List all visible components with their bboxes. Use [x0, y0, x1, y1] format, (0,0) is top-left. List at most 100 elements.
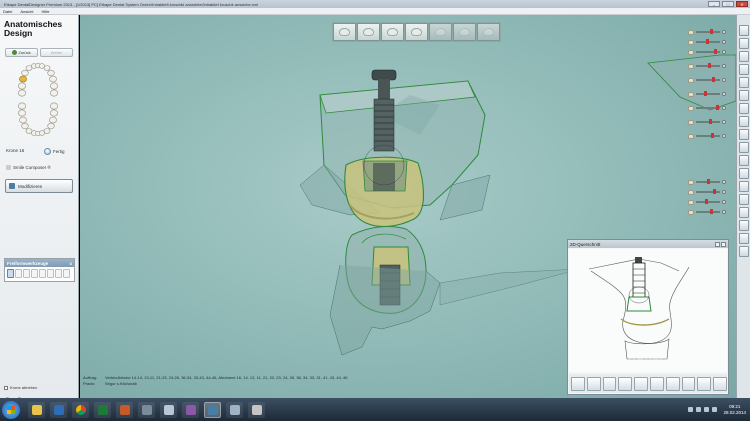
taskbar-app-3[interactable]	[182, 401, 199, 418]
section-tool-5-icon[interactable]	[634, 376, 648, 391]
clock[interactable]: 09:21 28.02.2014	[723, 404, 746, 416]
wax-knife-tool-icon[interactable]	[47, 269, 54, 278]
window-titlebar[interactable]: Etkape DentalDesigner Premium 2013 - [1/…	[0, 0, 750, 8]
battery-icon[interactable]	[712, 407, 718, 412]
minimize-button[interactable]: –	[708, 1, 720, 7]
eye-icon[interactable]	[722, 92, 726, 96]
smooth-tool-icon[interactable]	[23, 269, 30, 278]
close-button[interactable]: ✕	[736, 1, 748, 7]
menu-hilfe[interactable]: Hilfe	[41, 9, 49, 14]
remove-material-tool-icon[interactable]	[15, 269, 22, 278]
layer-slider[interactable]	[688, 77, 726, 83]
eye-icon[interactable]	[722, 78, 726, 82]
maximize-button[interactable]: □	[722, 1, 734, 7]
smile-composer-item[interactable]: Smile Composer ®	[6, 165, 51, 170]
jaw-diagram[interactable]	[18, 62, 58, 136]
flatten-tool-icon[interactable]	[55, 269, 62, 278]
layer-slider[interactable]	[688, 199, 726, 205]
brush-tool-icon[interactable]	[31, 269, 38, 278]
taskbar-app-4[interactable]	[226, 401, 243, 418]
eye-icon[interactable]	[722, 120, 726, 124]
eye-icon[interactable]	[722, 200, 726, 204]
view-button-7[interactable]	[477, 23, 500, 41]
layer-slider[interactable]	[688, 63, 726, 69]
section-tool-9-icon[interactable]	[697, 376, 712, 391]
transparency-icon[interactable]	[738, 51, 749, 62]
done-toggle[interactable]: Fertig	[44, 148, 65, 155]
lift-crown-checkbox[interactable]: Krone abheben	[4, 385, 37, 390]
layer-slider[interactable]	[688, 133, 726, 139]
section-tool-7-icon[interactable]	[665, 376, 680, 391]
section-tool-10-icon[interactable]	[713, 376, 727, 391]
taskbar-explorer[interactable]	[28, 401, 45, 418]
eye-icon[interactable]	[722, 190, 726, 194]
view-button-4[interactable]	[405, 23, 428, 41]
reset-icon[interactable]	[738, 233, 749, 244]
zoom-icon[interactable]	[738, 103, 749, 114]
view-button-2[interactable]	[357, 23, 380, 41]
next-button[interactable]: Weiter	[40, 48, 73, 57]
taskbar-app-2[interactable]	[160, 401, 177, 418]
face-icon[interactable]	[738, 155, 749, 166]
taskbar-app-1[interactable]	[138, 401, 155, 418]
section-icon[interactable]	[738, 129, 749, 140]
taskbar-powerpoint[interactable]	[116, 401, 133, 418]
section-tool-4-icon[interactable]	[618, 376, 633, 391]
view-button-5[interactable]	[429, 23, 452, 41]
section-tool-6-icon[interactable]	[649, 376, 664, 391]
taskbar-outlook[interactable]	[50, 401, 67, 418]
layer-slider[interactable]	[688, 209, 726, 215]
tooth-library-icon[interactable]	[738, 246, 749, 257]
measure-icon[interactable]	[738, 116, 749, 127]
checkbox-box[interactable]	[4, 385, 8, 390]
eye-icon[interactable]	[722, 40, 726, 44]
section-tool-3-icon[interactable]	[602, 376, 617, 391]
view-button-1[interactable]	[333, 23, 356, 41]
back-button[interactable]: Zurück	[5, 48, 38, 57]
taskbar-dentaldesigner[interactable]	[204, 401, 221, 418]
layer-slider[interactable]	[688, 105, 726, 111]
minimize-section-button[interactable]	[715, 241, 720, 247]
eye-icon[interactable]	[722, 180, 726, 184]
close-section-button[interactable]	[721, 241, 726, 247]
section-tool-8-icon[interactable]	[681, 376, 696, 391]
volume-icon[interactable]	[704, 407, 710, 412]
view-side-icon[interactable]	[738, 90, 749, 101]
tools-close-button[interactable]: x	[69, 261, 72, 266]
section-tool-2-icon[interactable]	[586, 376, 601, 391]
eye-icon[interactable]	[722, 30, 726, 34]
taskbar-app-5[interactable]	[248, 401, 265, 418]
screenshot-icon[interactable]	[738, 142, 749, 153]
eye-icon[interactable]	[722, 210, 726, 214]
layer-slider[interactable]	[688, 91, 726, 97]
add-material-tool-icon[interactable]	[7, 269, 14, 278]
view-front-icon[interactable]	[738, 64, 749, 75]
color-icon[interactable]	[738, 168, 749, 179]
snap-icon[interactable]	[738, 194, 749, 205]
cross-section-window[interactable]: 2D-Querschnitt	[567, 239, 729, 395]
menu-ansicht[interactable]: Ansicht	[20, 9, 33, 14]
flag-icon[interactable]	[688, 407, 694, 412]
view-button-6[interactable]	[453, 23, 476, 41]
layer-slider[interactable]	[688, 189, 726, 195]
layer-slider[interactable]	[688, 39, 726, 45]
network-icon[interactable]	[696, 407, 702, 412]
view-button-3[interactable]	[381, 23, 404, 41]
layer-slider[interactable]	[688, 29, 726, 35]
taskbar-excel[interactable]	[94, 401, 111, 418]
layers-icon[interactable]	[738, 25, 749, 36]
eye-icon[interactable]	[722, 64, 726, 68]
light-icon[interactable]	[738, 220, 749, 231]
eye-icon[interactable]	[722, 134, 726, 138]
view-top-icon[interactable]	[738, 77, 749, 88]
visibility-icon[interactable]	[738, 38, 749, 49]
eye-icon[interactable]	[722, 106, 726, 110]
morph-tool-icon[interactable]	[39, 269, 46, 278]
taskbar-chrome[interactable]	[72, 401, 89, 418]
layer-slider[interactable]	[688, 179, 726, 185]
start-button[interactable]	[2, 400, 20, 419]
layer-slider[interactable]	[688, 119, 726, 125]
settings-icon[interactable]	[738, 181, 749, 192]
section-tool-1-icon[interactable]	[571, 376, 585, 391]
modify-button[interactable]: Modifizieren	[5, 179, 73, 193]
